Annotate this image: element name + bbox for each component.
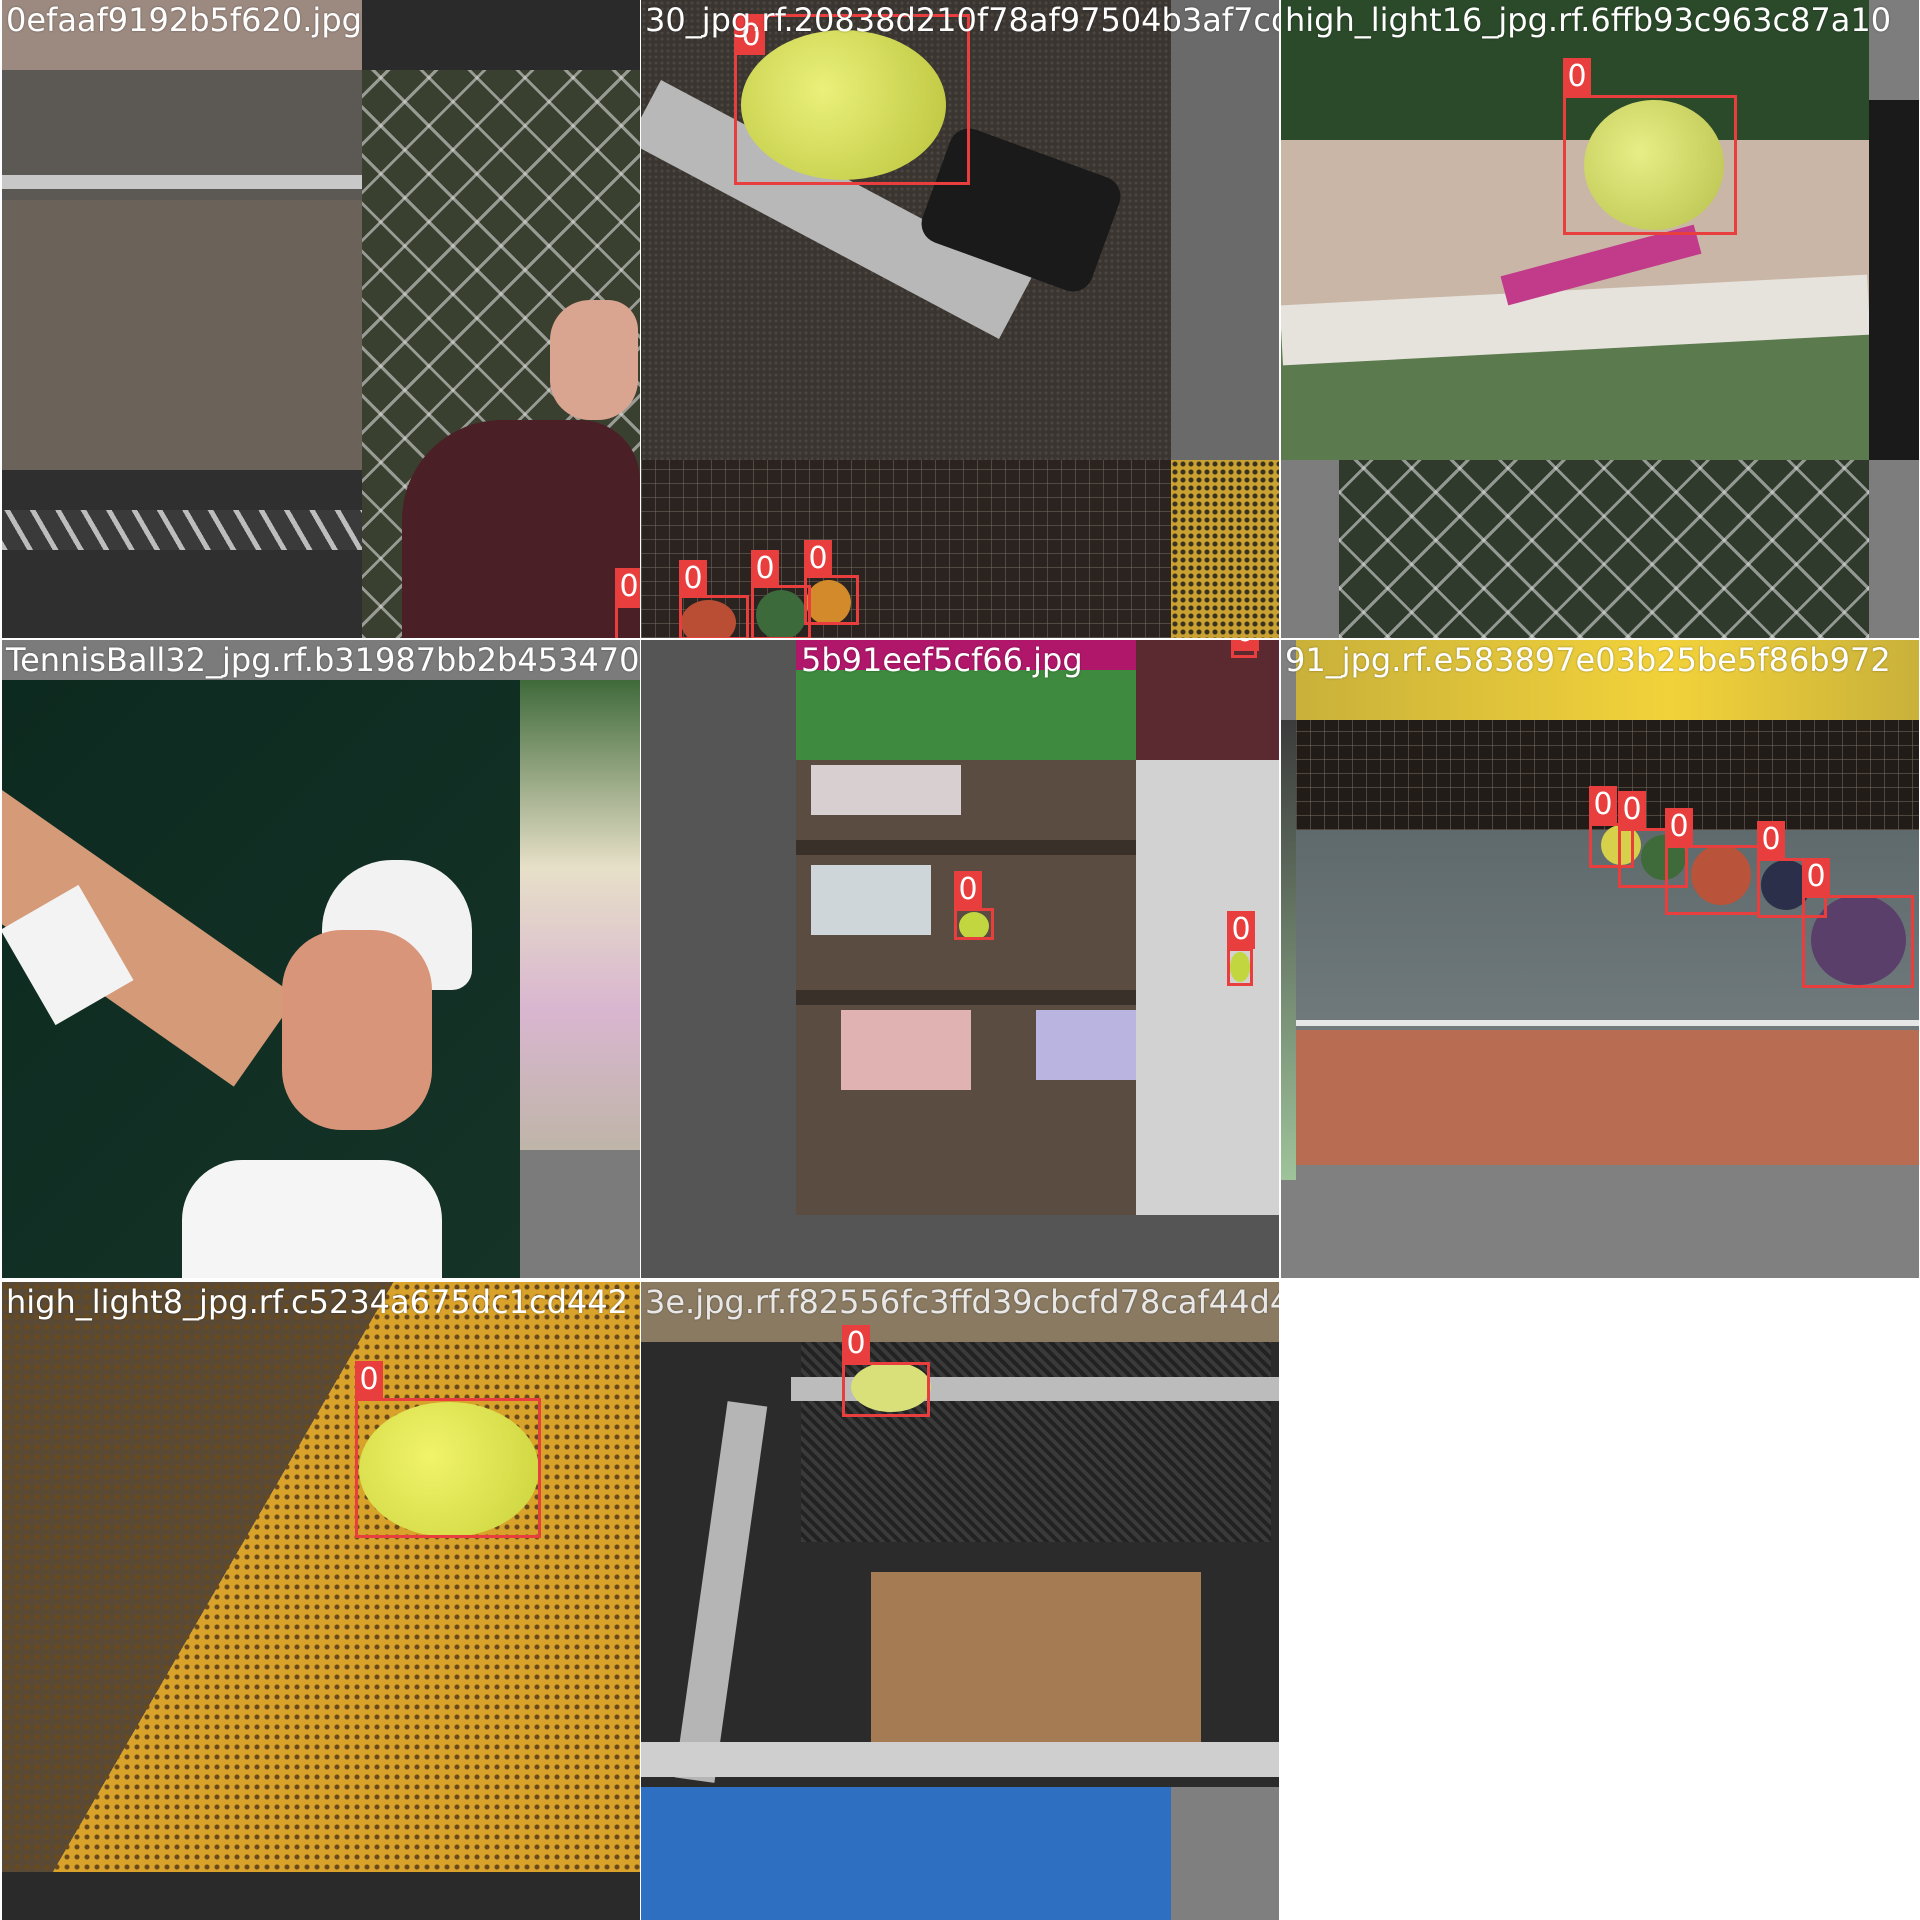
player-jacket: [402, 420, 640, 638]
clay-wall-image: [2, 1282, 640, 1872]
tile-filename: 91_jpg.rf.e583897e03b25be5f86b972: [1285, 641, 1891, 679]
tile-filename: 5b91eef5cf66.jpg: [801, 641, 1083, 679]
mosaic-tile-2: 30_jpg.rf.20838d210f78af97504b3af7cd1159…: [641, 0, 1279, 638]
detection-box: 0: [734, 14, 970, 185]
mosaic-tile-6: 91_jpg.rf.e583897e03b25be5f86b972 0 0 0 …: [1281, 640, 1919, 1278]
racket-side-image: [520, 680, 640, 1150]
left-edge-strip: [1281, 720, 1296, 1180]
mosaic-tile-5: 5b91eef5cf66.jpg 0 0 0: [641, 640, 1279, 1278]
detection-box: 0: [1231, 640, 1259, 658]
detection-box: 0: [1802, 858, 1914, 988]
bottom-rail: [641, 1742, 1279, 1777]
tile-filename: high_light16_jpg.rf.6ffb93c963c87a10: [1285, 1, 1892, 39]
truss-rail: [2, 510, 362, 550]
wall-sign-image: [1136, 760, 1279, 1215]
detection-box: 0: [1665, 808, 1760, 915]
detection-box: 0: [804, 540, 859, 625]
mosaic-tile-8: 3e.jpg.rf.f82556fc3ffd39cbcfd78caf44d427…: [641, 1282, 1279, 1920]
detection-box: 0: [1227, 911, 1255, 986]
tile-filename: 30_jpg.rf.20838d210f78af97504b3af7cd1159: [645, 1, 1279, 39]
tile-filename: 3e.jpg.rf.f82556fc3ffd39cbcfd78caf44d427: [645, 1283, 1279, 1321]
tile-filename: TennisBall32_jpg.rf.b31987bb2b4534706820: [6, 641, 640, 679]
detection-box: 0: [842, 1325, 930, 1417]
tile-filename: 0efaaf9192b5f620.jpg: [6, 1, 362, 39]
clay-court-surface: [1296, 1030, 1919, 1165]
mosaic-tile-4: TennisBall32_jpg.rf.b31987bb2b4534706820: [2, 640, 640, 1278]
bottom-strip: [2, 1872, 640, 1920]
storage-bin: [1036, 1010, 1136, 1080]
yellow-texture: [1171, 460, 1279, 638]
mosaic-tile-1: 0efaaf9192b5f620.jpg 0 0: [2, 0, 640, 638]
wall-panel: [1171, 0, 1279, 460]
detection-box: 0: [615, 568, 640, 638]
storage-bin: [841, 1010, 971, 1090]
dark-strip: [1869, 100, 1919, 460]
sky-image: [641, 1787, 1171, 1920]
detection-box: 0: [954, 871, 994, 940]
tile-filename: high_light8_jpg.rf.c5234a675dc1cd442: [6, 1283, 628, 1321]
shelf-storage-image: [796, 760, 1136, 1215]
detection-box: 0: [751, 550, 811, 638]
chain-link-fence: [1339, 460, 1869, 638]
detection-box: 0: [679, 560, 749, 638]
storage-bin: [811, 865, 931, 935]
mosaic-tile-3: high_light16_jpg.rf.6ffb93c963c87a10 0: [1281, 0, 1919, 638]
mosaic-tile-7: high_light8_jpg.rf.c5234a675dc1cd442 0: [2, 1282, 640, 1920]
detection-box: 0: [1563, 58, 1737, 235]
player-partial: [1136, 640, 1279, 760]
shelf-rail: [2, 175, 362, 189]
detection-box: 0: [355, 1361, 541, 1538]
court-line: [1296, 1020, 1919, 1026]
player-head: [550, 300, 638, 420]
player-shirt: [182, 1160, 442, 1278]
storage-bin: [811, 765, 961, 815]
player-face: [282, 930, 432, 1130]
